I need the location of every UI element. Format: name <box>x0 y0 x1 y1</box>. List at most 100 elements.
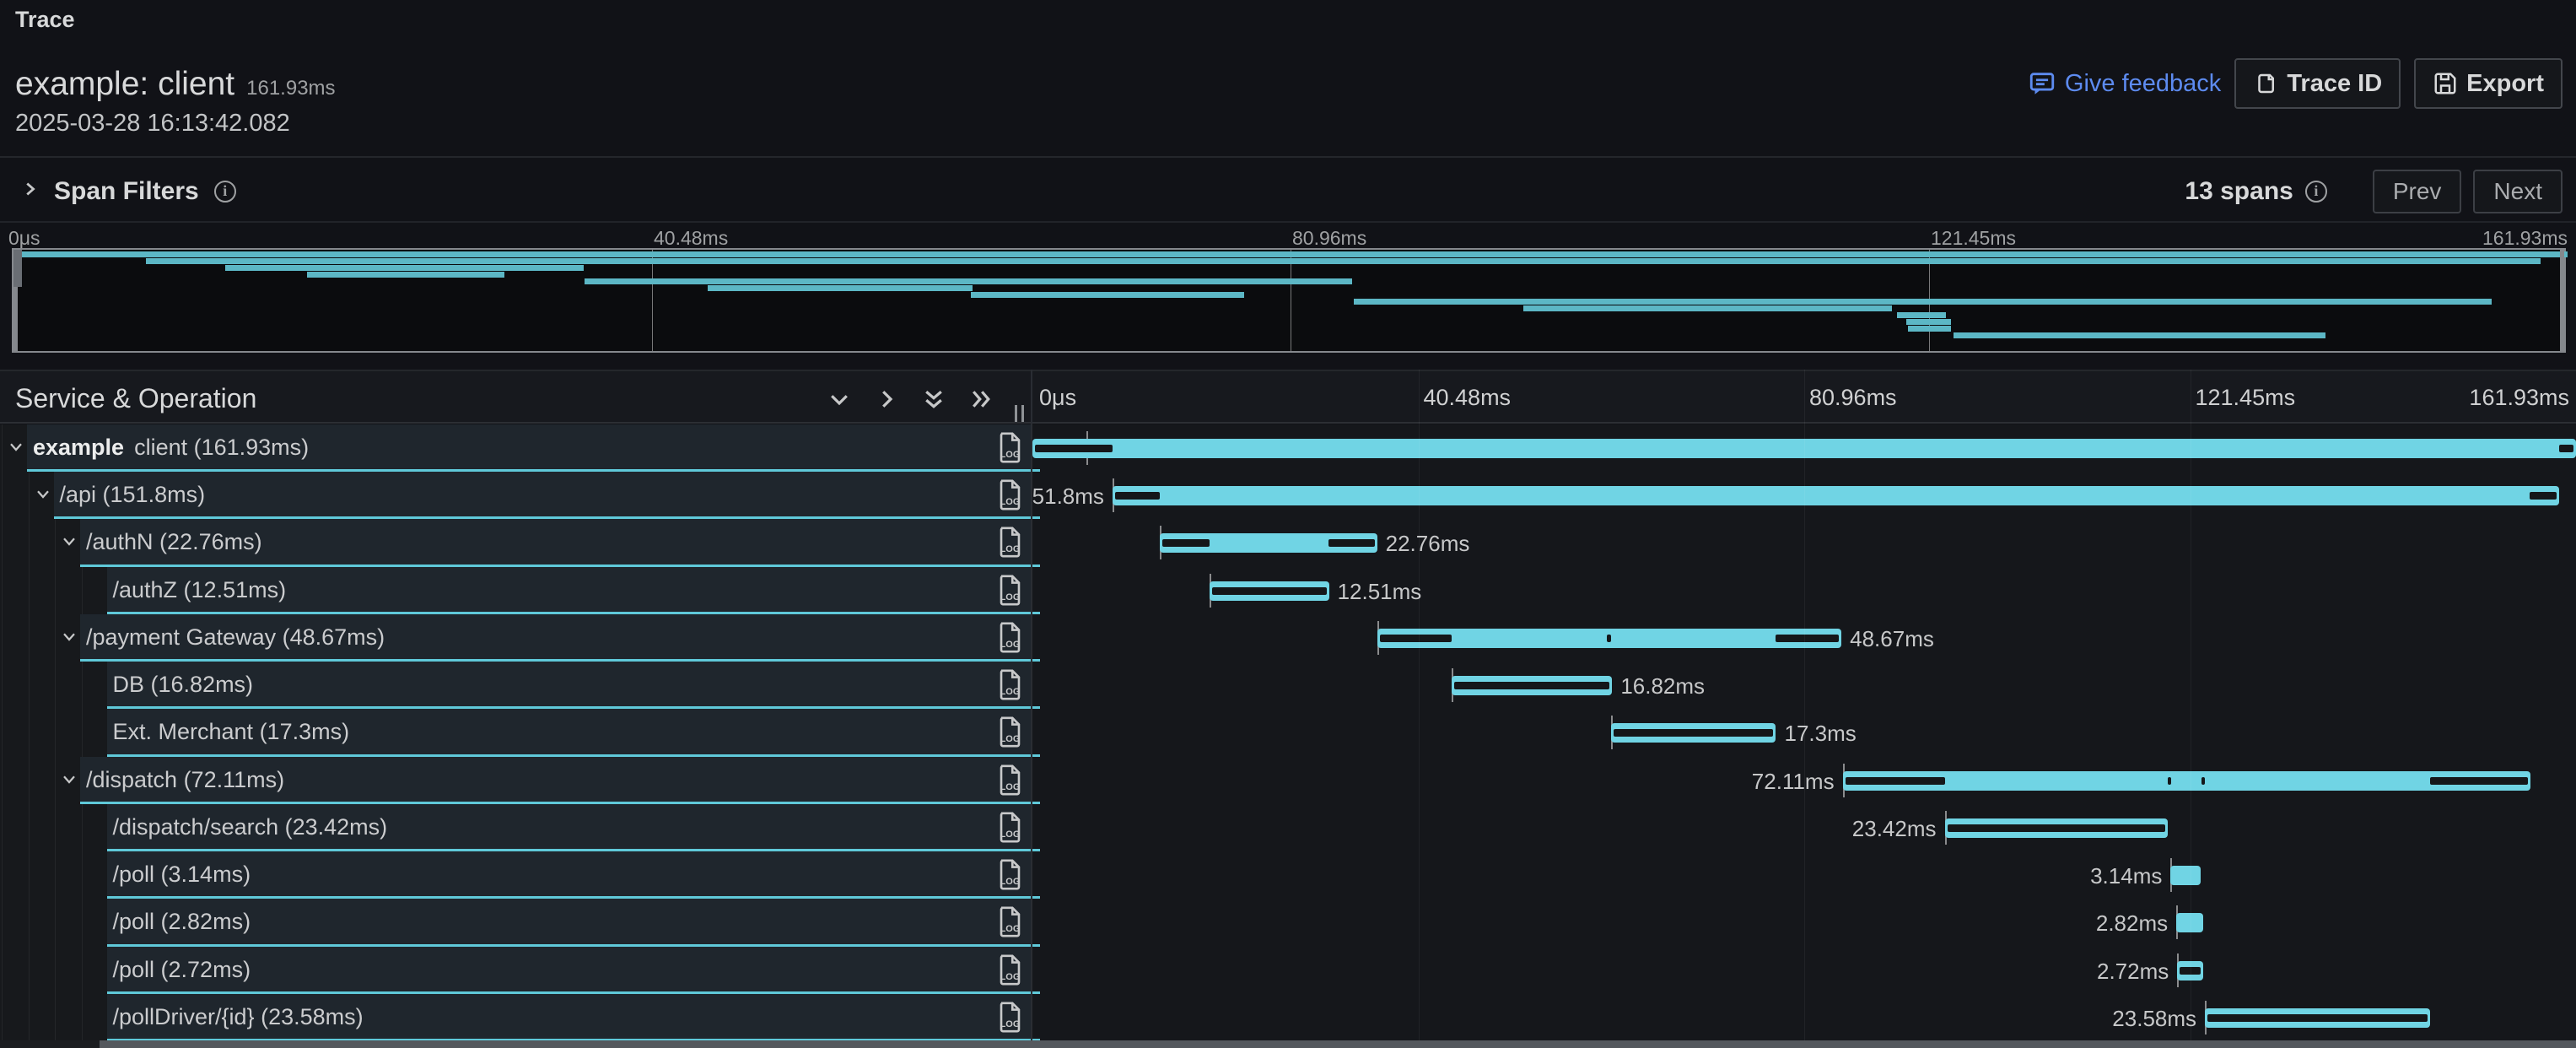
span-duration-label: 151.8ms <box>1020 483 1104 510</box>
span-self-time-segment <box>1607 635 1611 642</box>
span-tree-row[interactable]: /authZ (12.51ms) LOG <box>0 567 1031 614</box>
timeline-axis-label: 0μs <box>1039 385 1076 411</box>
indent-guide-line <box>55 899 56 946</box>
span-duration-label: 2.72ms <box>2097 959 2169 985</box>
span-duration-label: 23.42ms <box>1852 816 1937 842</box>
svg-text:LOG: LOG <box>1000 924 1020 934</box>
span-filters-expand-chevron-icon[interactable] <box>20 180 39 203</box>
span-duration-bar[interactable] <box>1113 486 2560 505</box>
indent-guide-line <box>82 709 83 756</box>
trace-minimap[interactable] <box>12 248 2566 353</box>
span-log-icon[interactable]: LOG <box>997 812 1023 847</box>
collapse-all-icon[interactable] <box>921 386 946 412</box>
span-log-icon[interactable]: LOG <box>997 575 1023 610</box>
span-name-label: /poll (2.82ms) <box>113 909 251 935</box>
collapse-one-icon[interactable] <box>827 386 852 412</box>
span-tree-row[interactable]: /pollDriver/{id} (23.58ms)LOG <box>0 994 1031 1041</box>
indent-guide-line <box>82 994 83 1041</box>
indent-gutter <box>0 851 107 899</box>
span-tree-row[interactable]: /poll (3.14ms)LOG <box>0 851 1031 899</box>
span-name-label: exampleclient (161.93ms) <box>33 435 309 461</box>
minimap-span-bar <box>1906 319 1951 325</box>
minimap-span-bar <box>307 272 504 278</box>
minimap-axis-label: 40.48ms <box>654 227 728 250</box>
span-duration-bar[interactable] <box>2170 866 2200 885</box>
minimap-left-grip[interactable] <box>13 250 22 287</box>
collapse-chevron-icon[interactable] <box>62 631 77 643</box>
span-filters-info-icon[interactable]: i <box>214 181 236 203</box>
span-log-icon[interactable]: LOG <box>997 669 1023 705</box>
svg-text:LOG: LOG <box>1000 497 1020 507</box>
span-name-label: /authZ (12.51ms) <box>113 577 287 603</box>
indent-gutter <box>0 567 107 614</box>
span-tree-row[interactable]: exampleclient (161.93ms) LOG <box>0 424 1031 472</box>
indent-guide-line <box>29 519 30 566</box>
span-tree-row[interactable]: /payment Gateway (48.67ms)LOG <box>0 614 1031 662</box>
span-log-icon[interactable]: LOG <box>997 716 1023 752</box>
minimap-span-bar <box>971 292 1244 298</box>
collapse-chevron-icon[interactable] <box>62 536 77 548</box>
span-log-icon[interactable]: LOG <box>997 479 1023 515</box>
indent-guide-line <box>55 614 56 662</box>
span-tree-row[interactable]: DB (16.82ms) LOG <box>0 662 1031 709</box>
indent-guide-line <box>29 947 30 994</box>
span-log-icon[interactable]: LOG <box>997 764 1023 800</box>
indent-guide-line <box>2 614 3 662</box>
span-tree-row[interactable]: /authN (22.76ms)LOG <box>0 519 1031 566</box>
collapse-chevron-icon[interactable] <box>35 489 51 500</box>
minimap-span-bar <box>1523 305 1893 311</box>
span-self-time-segment <box>1035 445 1113 452</box>
expand-one-icon[interactable] <box>874 386 899 412</box>
span-duration-label: 23.58ms <box>2112 1006 2196 1032</box>
svg-text:LOG: LOG <box>1000 829 1020 840</box>
indent-guide-line <box>2 994 3 1041</box>
span-tree-row[interactable]: /dispatch (72.11ms)LOG <box>0 757 1031 804</box>
trace-id-button[interactable]: Trace ID <box>2234 58 2401 109</box>
span-tree-row[interactable]: Ext. Merchant (17.3ms)LOG <box>0 709 1031 756</box>
collapse-chevron-icon[interactable] <box>62 774 77 786</box>
prev-span-button[interactable]: Prev <box>2373 170 2462 213</box>
column-divider[interactable] <box>1031 370 1032 1041</box>
indent-guide-line <box>29 567 30 614</box>
span-log-icon[interactable]: LOG <box>997 954 1023 990</box>
give-feedback-link[interactable]: Give feedback <box>2028 69 2221 98</box>
span-tree-row[interactable]: /dispatch/search (23.42ms)LOG <box>0 804 1031 851</box>
spans-count-info-icon[interactable]: i <box>2305 181 2327 203</box>
collapse-chevron-icon[interactable] <box>8 441 24 453</box>
span-duration-label: 16.82ms <box>1620 673 1705 700</box>
export-button[interactable]: Export <box>2414 58 2563 109</box>
indent-guide-line <box>2 899 3 946</box>
indent-guide-line <box>55 851 56 899</box>
span-log-icon[interactable]: LOG <box>997 432 1023 467</box>
column-resize-grip[interactable] <box>1015 405 1024 422</box>
svg-text:LOG: LOG <box>1000 687 1020 697</box>
span-tree-row[interactable]: /poll (2.82ms) LOG <box>0 899 1031 946</box>
span-self-time-segment <box>2559 445 2573 452</box>
span-filters-title[interactable]: Span Filters <box>54 177 199 206</box>
indent-gutter <box>0 947 107 994</box>
timeline-axis-label: 121.45ms <box>2196 385 2296 411</box>
indent-guide-line <box>55 519 56 566</box>
indent-guide-line <box>2 757 3 804</box>
span-log-icon[interactable]: LOG <box>997 622 1023 657</box>
indent-gutter <box>0 804 107 851</box>
span-tree-row[interactable]: /api (151.8ms)LOG <box>0 472 1031 519</box>
timeline-axis-label: 80.96ms <box>1809 385 1897 411</box>
indent-guide-line <box>55 662 56 709</box>
span-log-icon[interactable]: LOG <box>997 859 1023 894</box>
service-operation-title: Service & Operation <box>15 383 256 414</box>
span-tree-row[interactable]: /poll (2.72ms)LOG <box>0 947 1031 994</box>
indent-guide-line <box>2 472 3 519</box>
minimap-span-bar <box>1897 312 1947 318</box>
minimap-axis-label: 121.45ms <box>1931 227 2016 250</box>
minimap-right-drag-handle[interactable] <box>2560 250 2564 351</box>
span-log-icon[interactable]: LOG <box>997 906 1023 942</box>
span-name-label: DB (16.82ms) <box>113 672 254 698</box>
expand-all-icon[interactable] <box>968 386 994 412</box>
span-duration-bar[interactable] <box>1843 771 2530 791</box>
span-log-icon[interactable]: LOG <box>997 527 1023 562</box>
indent-guide-line <box>29 614 30 662</box>
next-span-button[interactable]: Next <box>2473 170 2563 213</box>
span-log-icon[interactable]: LOG <box>997 1002 1023 1037</box>
horizontal-scrollbar-thumb[interactable] <box>100 1040 2576 1048</box>
